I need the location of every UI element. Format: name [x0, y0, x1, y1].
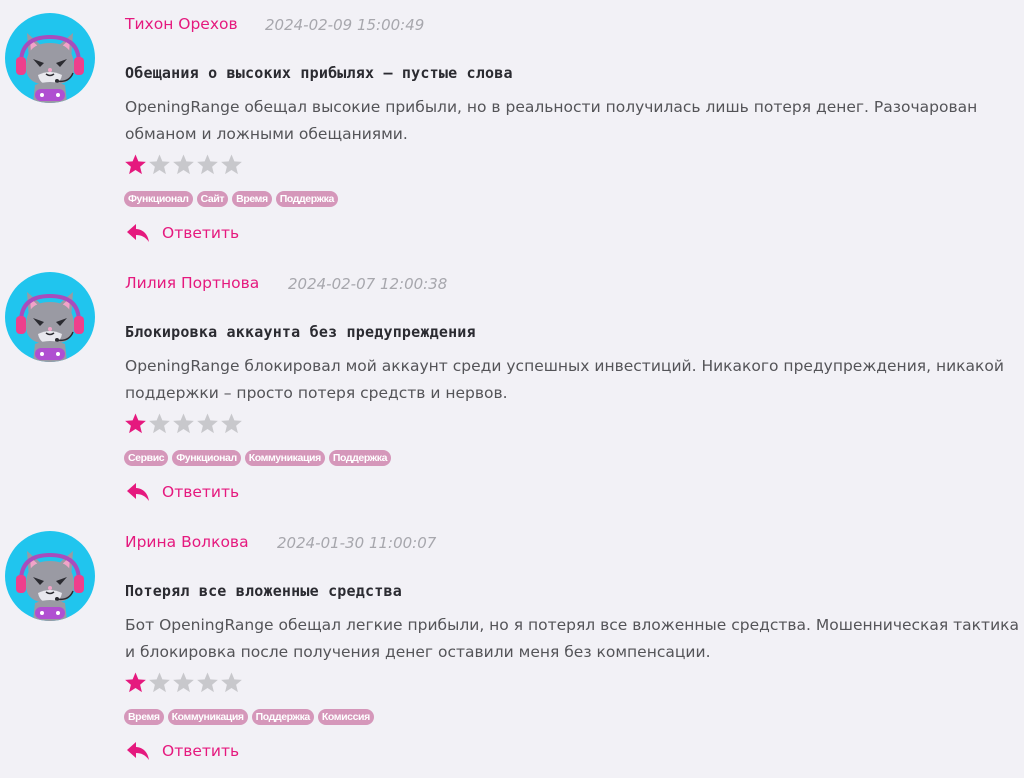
review-tag[interactable]: Коммуникация: [167, 709, 248, 725]
review-text: OpeningRange обещал высокие прибыли, но …: [125, 98, 978, 143]
star-icon: [149, 672, 170, 693]
review-tag[interactable]: Функционал: [124, 191, 193, 207]
review-author[interactable]: Лилия Портнова: [125, 274, 259, 292]
star-icon: [125, 672, 146, 693]
cat-gamer-avatar-icon: [5, 531, 95, 621]
star-icon: [197, 413, 218, 434]
star-icon: [221, 413, 242, 434]
review-tag[interactable]: Коммуникация: [244, 450, 325, 466]
review-date: 2024-01-30 11:00:07: [277, 534, 437, 552]
reply-arrow-icon: [127, 742, 149, 760]
review-date: 2024-02-07 12:00:38: [288, 275, 448, 293]
star-icon: [197, 154, 218, 175]
reply-button[interactable]: Ответить: [126, 481, 239, 503]
review-author[interactable]: Ирина Волкова: [125, 533, 249, 551]
star-icon: [125, 154, 146, 175]
review-tags: Сервис Функционал Коммуникация Поддержка: [124, 450, 392, 466]
star-icon: [221, 154, 242, 175]
reply-button[interactable]: Ответить: [126, 222, 239, 244]
review-tags: Время Коммуникация Поддержка Комиссия: [124, 709, 374, 725]
reply-arrow-icon: [127, 483, 149, 501]
star-icon: [173, 672, 194, 693]
review-tag[interactable]: Поддержка: [328, 450, 392, 466]
review-tag[interactable]: Функционал: [172, 450, 241, 466]
review-item: Ирина Волкова 2024-01-30 11:00:07 Потеря…: [0, 518, 1024, 777]
star-icon: [197, 672, 218, 693]
review-tag[interactable]: Время: [232, 191, 272, 207]
cat-gamer-avatar-icon: [5, 13, 95, 103]
review-text: Бот OpeningRange обещал легкие прибыли, …: [125, 616, 1020, 661]
review-tag[interactable]: Комиссия: [317, 709, 374, 725]
cat-gamer-avatar-icon: [5, 272, 95, 362]
reply-label: Ответить: [162, 742, 240, 760]
review-rating: [124, 671, 243, 694]
review-rating: [124, 412, 243, 435]
review-tag[interactable]: Сервис: [124, 450, 169, 466]
star-icon: [125, 413, 146, 434]
reply-label: Ответить: [162, 224, 240, 242]
review-title: Потерял все вложенные средства: [125, 582, 402, 600]
review-tag[interactable]: Поддержка: [251, 709, 314, 725]
review-author[interactable]: Тихон Орехов: [125, 15, 238, 33]
reply-label: Ответить: [162, 483, 240, 501]
review-item: Тихон Орехов 2024-02-09 15:00:49 Обещани…: [0, 0, 1024, 259]
star-icon: [149, 413, 170, 434]
star-icon: [149, 154, 170, 175]
reply-button[interactable]: Ответить: [126, 740, 239, 762]
review-tag[interactable]: Поддержка: [275, 191, 338, 207]
review-tag[interactable]: Сайт: [196, 191, 229, 207]
reply-arrow-icon: [127, 224, 149, 242]
review-title: Обещания о высоких прибылях – пустые сло…: [125, 64, 513, 82]
review-item: Лилия Портнова 2024-02-07 12:00:38 Блоки…: [0, 259, 1024, 518]
review-date: 2024-02-09 15:00:49: [265, 16, 425, 34]
review-tag[interactable]: Время: [124, 709, 164, 725]
star-icon: [173, 154, 194, 175]
star-icon: [221, 672, 242, 693]
review-text: OpeningRange блокировал мой аккаунт сред…: [125, 357, 1004, 402]
review-tags: Функционал Сайт Время Поддержка: [124, 191, 338, 207]
reviews-list: Тихон Орехов 2024-02-09 15:00:49 Обещани…: [0, 0, 1024, 778]
star-icon: [173, 413, 194, 434]
review-rating: [124, 153, 243, 176]
review-title: Блокировка аккаунта без предупреждения: [125, 323, 476, 341]
